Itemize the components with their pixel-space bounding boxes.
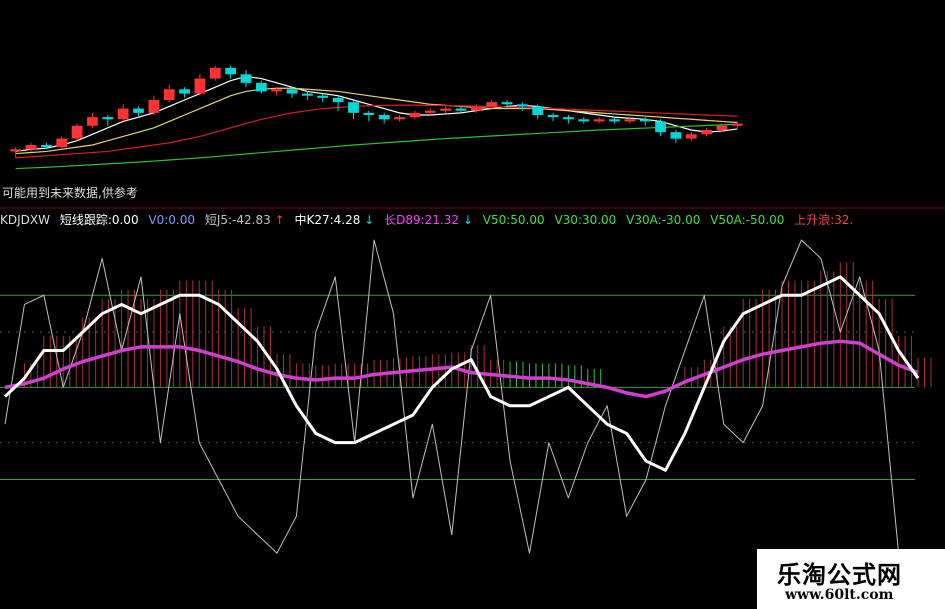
candle-body bbox=[394, 117, 405, 120]
candle-body bbox=[117, 108, 129, 120]
candle-body bbox=[225, 67, 237, 75]
legend-item-3: ↑ bbox=[274, 213, 285, 227]
candle-body bbox=[547, 115, 559, 118]
candle-body bbox=[255, 82, 267, 92]
candle-body bbox=[348, 102, 359, 113]
chart-canvas bbox=[0, 65, 945, 572]
candle-body bbox=[194, 78, 206, 94]
candle-body bbox=[302, 93, 313, 96]
candle-body bbox=[332, 97, 344, 103]
legend-item-12: 上升浪:32. bbox=[794, 213, 854, 227]
candle-body bbox=[716, 125, 728, 130]
candle-body bbox=[501, 102, 513, 105]
candle-body bbox=[440, 108, 451, 111]
candle-body bbox=[593, 119, 605, 122]
ma-line-4 bbox=[15, 123, 738, 170]
candle-body bbox=[532, 106, 544, 115]
candle-body bbox=[701, 130, 712, 135]
indicator-line-2 bbox=[4, 239, 919, 572]
candle-body bbox=[609, 119, 620, 122]
candle-body bbox=[378, 115, 390, 120]
candle-body bbox=[179, 89, 190, 94]
legend-item-7: ↓ bbox=[462, 213, 473, 227]
watermark-panel: 乐淘公式网 www.60lt.com bbox=[757, 549, 945, 609]
candle-body bbox=[209, 67, 221, 79]
candle-body bbox=[731, 123, 743, 126]
indicator-line-1 bbox=[4, 339, 919, 399]
indicator-name: KDJDXW bbox=[0, 213, 50, 227]
candle-body bbox=[56, 138, 68, 148]
candle-body bbox=[639, 119, 651, 122]
legend-item-9: V30:30.00 bbox=[554, 213, 617, 227]
candle-body bbox=[670, 132, 682, 139]
candle-body bbox=[286, 89, 298, 94]
candle-body bbox=[624, 119, 636, 122]
legend-item-5: ↓ bbox=[364, 213, 375, 227]
legend-item-0: 短线跟踪:0.00 bbox=[59, 213, 139, 227]
indicator-legend: KDJDXW 短线跟踪:0.00 V0:0.00 短J5:-42.83 ↑ 中K… bbox=[0, 212, 859, 228]
candle-body bbox=[486, 102, 498, 107]
candle-body bbox=[563, 117, 574, 120]
future-data-note: 可能用到未来数据,供参考 bbox=[2, 186, 138, 200]
candle-body bbox=[10, 149, 22, 152]
candle-body bbox=[271, 89, 283, 92]
watermark-title: 乐淘公式网 bbox=[777, 560, 902, 589]
legend-item-10: V30A:-30.00 bbox=[626, 213, 701, 227]
candle-body bbox=[317, 95, 329, 98]
candle-body bbox=[424, 110, 436, 113]
candle-body bbox=[655, 121, 666, 133]
candle-body bbox=[516, 104, 528, 107]
candle-body bbox=[455, 108, 467, 111]
candle-body bbox=[102, 117, 114, 120]
candle-body bbox=[41, 145, 52, 148]
candle-body bbox=[163, 89, 175, 100]
legend-item-8: V50:50.00 bbox=[482, 213, 545, 227]
legend-item-11: V50A:-50.00 bbox=[710, 213, 785, 227]
candle-body bbox=[240, 74, 252, 83]
candle-body bbox=[685, 134, 697, 139]
candle-body bbox=[409, 112, 421, 118]
candle-body bbox=[470, 106, 482, 111]
candle-body bbox=[148, 100, 160, 113]
candle-body bbox=[71, 125, 83, 139]
legend-item-4: 中K27:4.28 bbox=[294, 213, 361, 227]
candle-body bbox=[25, 145, 37, 150]
candle-body bbox=[87, 117, 98, 126]
legend-item-2: 短J5:-42.83 bbox=[204, 213, 271, 227]
candle-body bbox=[578, 119, 590, 122]
watermark-url: www.60lt.com bbox=[785, 587, 894, 603]
legend-item-6: 长D89:21.32 bbox=[384, 213, 460, 227]
legend-item-1: V0:0.00 bbox=[148, 213, 196, 227]
candle-body bbox=[363, 112, 375, 115]
candle-body bbox=[133, 108, 144, 113]
